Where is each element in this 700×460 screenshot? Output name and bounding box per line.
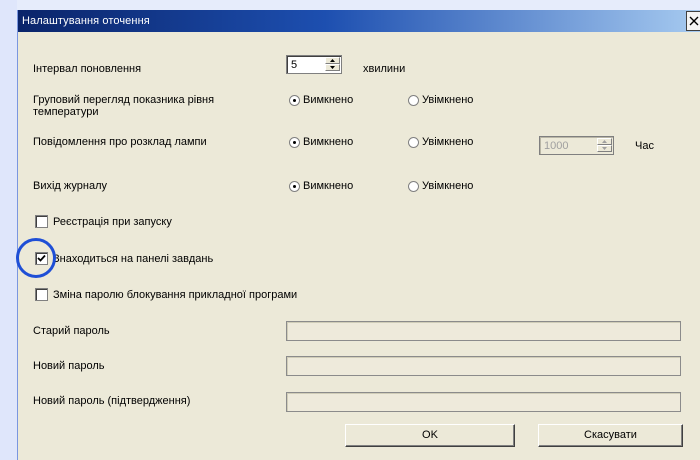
log-output-on-label: Увімкнено xyxy=(422,180,474,192)
new-password-field[interactable] xyxy=(286,356,681,376)
cancel-button[interactable]: Скасувати xyxy=(538,424,683,447)
confirm-password-label: Новий пароль (підтвердження) xyxy=(33,395,191,407)
lamp-schedule-off-label: Вимкнено xyxy=(303,136,354,148)
group-temp-on-label: Увімкнено xyxy=(422,94,474,106)
arrow-down-icon xyxy=(602,147,607,150)
lamp-hours-stepper[interactable]: 1000 xyxy=(539,136,614,155)
title-bar: Налаштування оточення xyxy=(18,10,700,32)
change-password-checkbox[interactable] xyxy=(35,288,48,301)
spin-up-button[interactable] xyxy=(325,57,340,64)
group-temp-on-radio[interactable] xyxy=(408,95,419,106)
register-startup-checkbox[interactable] xyxy=(35,215,48,228)
window-title: Налаштування оточення xyxy=(22,15,150,27)
refresh-interval-unit: хвилини xyxy=(363,63,406,75)
group-temp-off-label: Вимкнено xyxy=(303,94,354,106)
log-output-label: Вихід журналу xyxy=(33,180,107,192)
spin-down-button[interactable] xyxy=(597,145,612,152)
register-startup-label: Реєстрація при запуску xyxy=(53,216,172,228)
lamp-schedule-off-radio[interactable] xyxy=(289,137,300,148)
spin-up-button[interactable] xyxy=(597,138,612,145)
lamp-hours-value: 1000 xyxy=(544,140,569,152)
settings-dialog: Налаштування оточення Інтервал поновленн… xyxy=(17,10,700,460)
close-icon xyxy=(689,16,699,26)
lamp-schedule-on-radio[interactable] xyxy=(408,137,419,148)
spin-down-button[interactable] xyxy=(325,64,340,71)
background-strip xyxy=(0,0,17,460)
log-output-off-radio[interactable] xyxy=(289,181,300,192)
log-output-off-label: Вимкнено xyxy=(303,180,354,192)
ok-button[interactable]: OK xyxy=(345,424,515,447)
log-output-on-radio[interactable] xyxy=(408,181,419,192)
lamp-hours-unit: Час xyxy=(635,140,654,152)
old-password-field[interactable] xyxy=(286,321,681,341)
group-temp-label-line2: температури xyxy=(33,106,99,118)
close-button[interactable] xyxy=(686,11,700,31)
arrow-down-icon xyxy=(330,66,335,69)
change-password-label: Зміна паролю блокування прикладної прогр… xyxy=(53,289,298,301)
refresh-interval-label: Інтервал поновлення xyxy=(33,63,142,75)
old-password-label: Старий пароль xyxy=(33,325,110,337)
lamp-schedule-on-label: Увімкнено xyxy=(422,136,474,148)
new-password-label: Новий пароль xyxy=(33,360,105,372)
confirm-password-field[interactable] xyxy=(286,392,681,412)
lamp-schedule-label: Повідомлення про розклад лампи xyxy=(33,136,207,148)
refresh-interval-value: 5 xyxy=(291,59,298,71)
taskbar-label: Знаходиться на панелі завдань xyxy=(53,253,214,265)
arrow-up-icon xyxy=(602,140,607,143)
highlight-circle xyxy=(16,238,56,278)
refresh-interval-stepper[interactable]: 5 xyxy=(286,55,342,74)
arrow-up-icon xyxy=(330,59,335,62)
group-temp-off-radio[interactable] xyxy=(289,95,300,106)
